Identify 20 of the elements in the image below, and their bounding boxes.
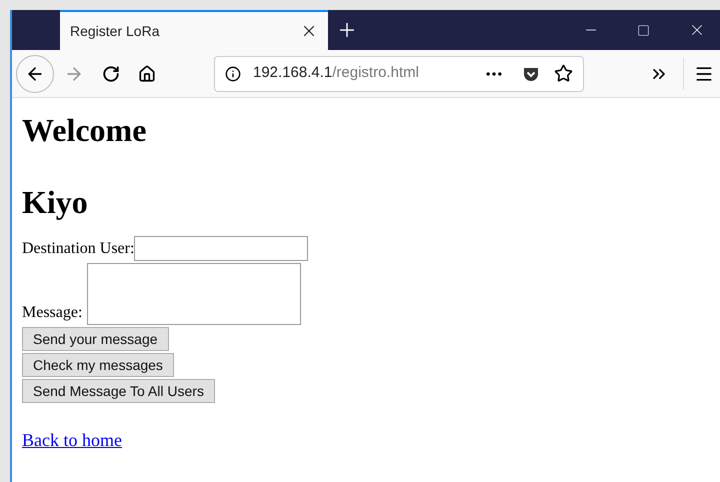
back-to-home-link[interactable]: Back to home <box>22 427 122 454</box>
message-field[interactable] <box>87 263 302 325</box>
back-button[interactable] <box>16 54 54 92</box>
field-label: Message: <box>22 303 82 323</box>
info-icon <box>225 66 241 82</box>
reload-icon[interactable] <box>102 64 120 82</box>
url-text: 192.168.4.1/registro.html <box>253 63 419 84</box>
page-heading: Welcome <box>22 112 146 148</box>
form-button[interactable]: Send your message <box>22 327 169 351</box>
address-bar[interactable]: 192.168.4.1/registro.html <box>214 56 584 92</box>
browser-tab[interactable]: Register LoRa <box>60 10 328 50</box>
destination-user-field[interactable] <box>134 236 308 261</box>
page-heading: Kiyo <box>22 184 88 220</box>
maximize-icon[interactable] <box>637 24 650 36</box>
form-button[interactable]: Send Message To All Users <box>22 379 215 403</box>
field-label: Destination User: <box>22 239 134 259</box>
tab-title: Register LoRa <box>70 22 160 41</box>
home-icon[interactable] <box>138 64 156 82</box>
form-button[interactable]: Check my messages <box>22 353 174 377</box>
bookmark-star-icon[interactable] <box>554 64 573 83</box>
